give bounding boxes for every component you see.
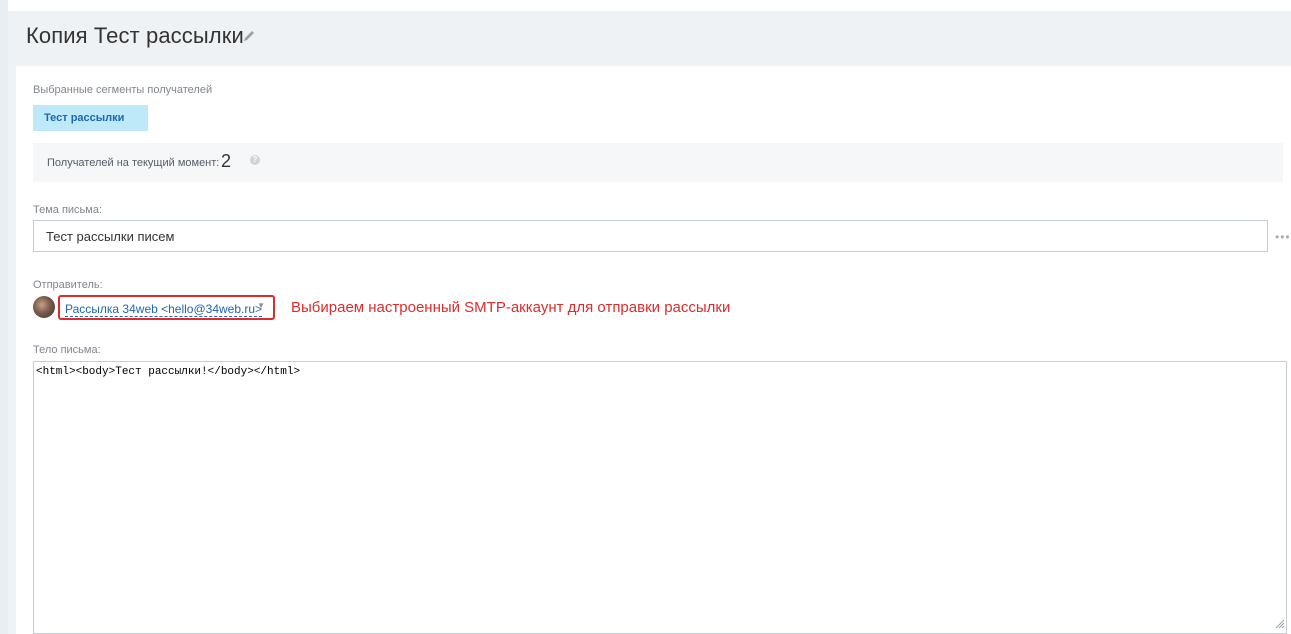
annotation-text: Выбираем настроенный SMTP-аккаунт для от…	[291, 299, 731, 316]
avatar	[33, 296, 55, 318]
question-circle-icon[interactable]: ?	[250, 155, 260, 165]
page: Копия Тест рассылки Выбранные сегменты п…	[0, 0, 1291, 634]
left-strip	[0, 0, 8, 634]
body-label: Тело письма:	[33, 344, 101, 356]
segments-label: Выбранные сегменты получателей	[33, 84, 213, 96]
recipients-panel: Получателей на текущий момент: 2 ?	[33, 143, 1283, 182]
subject-label: Тема письма:	[33, 204, 103, 216]
chevron-down-icon: ▼	[257, 301, 265, 310]
sender-value: Рассылка 34web <hello@34web.ru>	[65, 302, 263, 317]
sender-select[interactable]: Рассылка 34web <hello@34web.ru> ▼	[58, 295, 275, 320]
page-title: Копия Тест рассылки	[26, 23, 244, 48]
sender-label: Отправитель:	[33, 279, 103, 291]
mailing-form: Выбранные сегменты получателей Тест расс…	[16, 66, 1291, 634]
body-textarea[interactable]: <html><body>Тест рассылки!</body></html>	[33, 361, 1287, 634]
top-gap	[8, 0, 1291, 11]
recipients-label: Получателей на текущий момент:	[47, 157, 220, 169]
pencil-icon[interactable]	[242, 29, 256, 43]
segment-chip[interactable]: Тест рассылки	[33, 105, 148, 131]
recipients-count: 2	[221, 151, 232, 171]
resize-handle-icon[interactable]	[1275, 619, 1285, 629]
ellipsis-icon[interactable]: •••	[1275, 230, 1291, 244]
subject-input[interactable]	[33, 220, 1268, 252]
page-header: Копия Тест рассылки	[8, 11, 1291, 66]
